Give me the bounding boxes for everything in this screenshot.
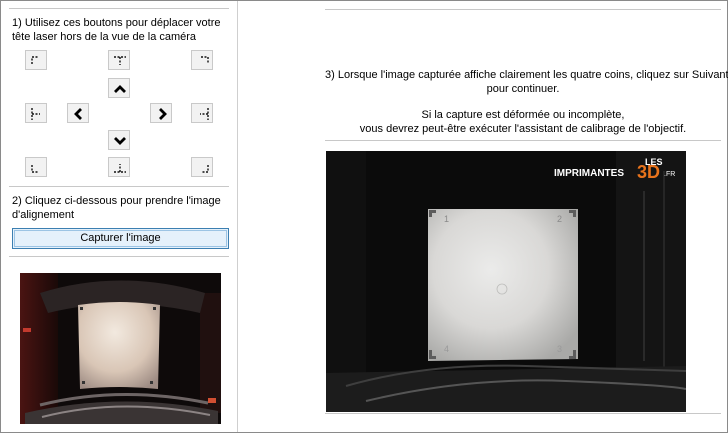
edge-left-icon	[31, 108, 40, 120]
divider	[9, 256, 229, 257]
step3-text-line2: pour continuer.	[486, 83, 560, 95]
divider	[325, 413, 721, 414]
jog-top-center-button[interactable]	[108, 50, 130, 70]
step3-text-line1: 3) Lorsque l'image capturée affiche clai…	[325, 69, 728, 81]
jog-left-button[interactable]	[67, 103, 89, 123]
jog-down-button[interactable]	[108, 130, 130, 150]
divider	[9, 186, 229, 187]
bed-marker-3: 3	[557, 344, 562, 354]
thumbnail-preview-image	[20, 273, 221, 424]
step2-text-line1: 2) Cliquez ci-dessous pour prendre l'ima…	[12, 195, 221, 207]
jog-up-button[interactable]	[108, 78, 130, 98]
watermark-fr: .FR	[664, 171, 675, 178]
edge-bottom-icon	[114, 164, 126, 173]
watermark-imprimantes: IMPRIMANTES	[554, 168, 624, 179]
wizard-window: 1) Utilisez ces boutons pour déplacer vo…	[0, 0, 728, 433]
corner-top-left-icon	[31, 56, 39, 64]
chevron-left-icon	[74, 108, 82, 120]
jog-right-edge-button[interactable]	[191, 103, 213, 123]
corner-top-right-icon	[201, 56, 209, 64]
step2-text-line2: d'alignement	[12, 209, 75, 221]
step1-text-line2: tête laser hors de la vue de la caméra	[12, 31, 197, 43]
jog-bottom-left-button[interactable]	[25, 157, 47, 177]
divider	[9, 8, 229, 9]
bed-marker-4: 4	[444, 344, 449, 354]
chevron-right-icon	[159, 108, 167, 120]
watermark-3d: 3D	[637, 162, 660, 182]
corner-bottom-left-icon	[31, 165, 39, 173]
bed-marker-1: 1	[444, 214, 449, 224]
bed-marker-2: 2	[557, 214, 562, 224]
corner-bottom-right-icon	[201, 165, 209, 173]
chevron-up-icon	[114, 85, 126, 93]
capture-image-button[interactable]: Capturer l'image	[12, 228, 229, 249]
jog-bottom-center-button[interactable]	[108, 157, 130, 177]
jog-left-edge-button[interactable]	[25, 103, 47, 123]
step3-text-line3: Si la capture est déformée ou incomplète…	[421, 109, 625, 121]
divider	[325, 9, 721, 10]
edge-right-icon	[200, 108, 209, 120]
jog-top-left-button[interactable]	[25, 50, 47, 70]
jog-top-right-button[interactable]	[191, 50, 213, 70]
chevron-down-icon	[114, 137, 126, 145]
capture-image-button-label: Capturer l'image	[80, 232, 161, 244]
edge-top-icon	[114, 56, 126, 65]
jog-bottom-right-button[interactable]	[191, 157, 213, 177]
step1-text-line1: 1) Utilisez ces boutons pour déplacer vo…	[12, 17, 221, 29]
jog-right-button[interactable]	[150, 103, 172, 123]
captured-image: 1 2 3 4 LES IMPRIMANTES 3D .FR	[326, 151, 686, 412]
step3-text-line4: vous devrez peut-être exécuter l'assista…	[359, 123, 687, 135]
divider	[325, 140, 721, 141]
left-panel: 1) Utilisez ces boutons pour déplacer vo…	[1, 1, 238, 432]
